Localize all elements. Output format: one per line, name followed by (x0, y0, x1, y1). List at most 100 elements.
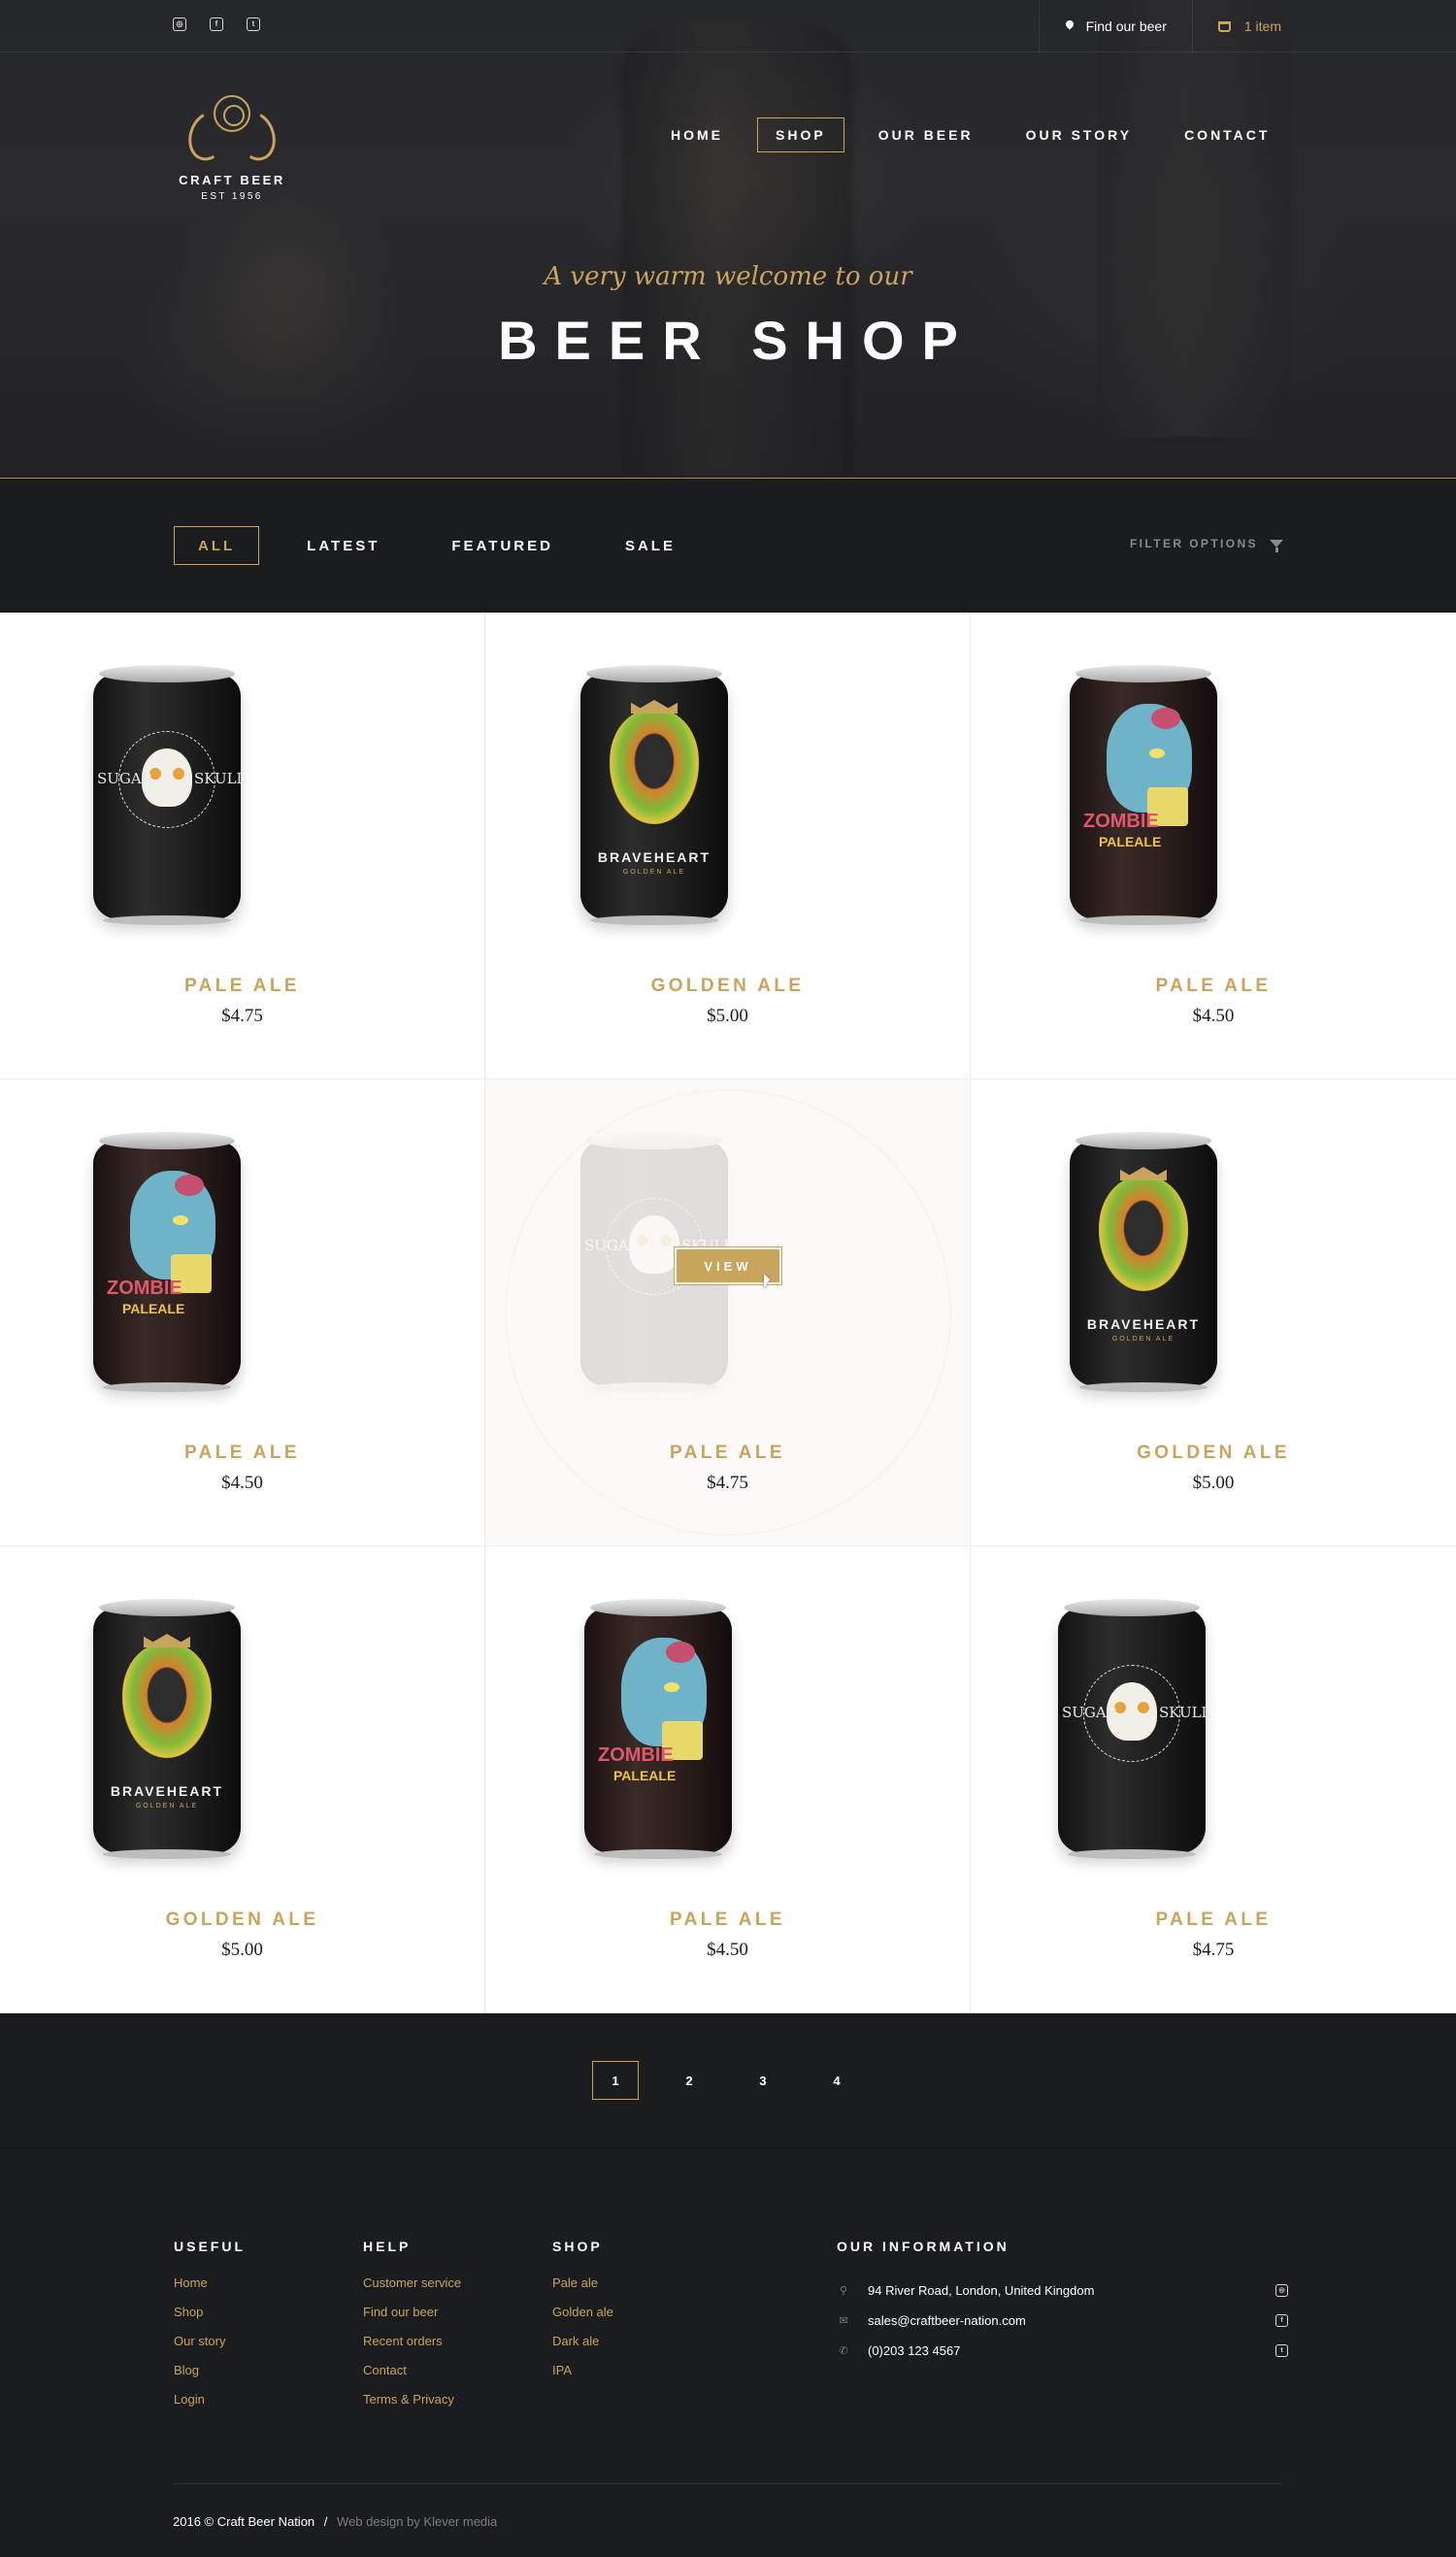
footer-link-our-story[interactable]: Our story (174, 2334, 246, 2363)
can-label: SUGAR (1062, 1704, 1118, 1721)
cart-link[interactable]: 1 item (1191, 0, 1456, 52)
footer-link-ipa[interactable]: IPA (552, 2363, 613, 2392)
copyright-text: 2016 © Craft Beer Nation (173, 2514, 315, 2529)
product-price: $4.50 (1192, 1006, 1235, 1026)
nav-contact[interactable]: CONTACT (1166, 117, 1288, 152)
beer-can-image[interactable]: BRAVEHEART GOLDEN ALE (93, 1599, 241, 1861)
credit-link[interactable]: Web design by Klever media (337, 2514, 497, 2529)
beer-can-image[interactable]: ZOMBIE PALEALE (584, 1599, 732, 1861)
product-name[interactable]: PALE ALE (971, 1909, 1456, 1931)
footer-link-contact[interactable]: Contact (363, 2363, 461, 2392)
footer-link-customer-service[interactable]: Customer service (363, 2275, 461, 2305)
find-beer-link[interactable]: Find our beer (1038, 0, 1192, 52)
product-card[interactable]: SUGAR SKULL PALE ALE $4.75 (0, 613, 485, 1079)
nav-shop[interactable]: SHOP (757, 117, 844, 152)
beer-can-image[interactable]: BRAVEHEART GOLDEN ALE (1070, 1132, 1217, 1394)
product-price: $4.50 (707, 1940, 748, 1960)
footer-link-golden-ale[interactable]: Golden ale (552, 2305, 613, 2334)
beer-can-image[interactable]: ZOMBIE PALEALE (1070, 665, 1217, 927)
filter-tab-featured[interactable]: FEATURED (427, 526, 578, 565)
instagram-icon[interactable]: ◎ (1275, 2284, 1288, 2297)
product-name[interactable]: PALE ALE (971, 976, 1456, 997)
facebook-icon[interactable]: f (1275, 2314, 1288, 2327)
footer-heading: USEFUL (174, 2239, 246, 2254)
beer-can-image[interactable]: BRAVEHEART GOLDEN ALE (580, 665, 728, 927)
pagination: 1 2 3 4 (0, 2013, 1456, 2147)
nav-our-story[interactable]: OUR STORY (1008, 117, 1150, 152)
page-1[interactable]: 1 (592, 2061, 639, 2100)
can-label: SKULL (194, 770, 247, 787)
product-price: $5.00 (1192, 1473, 1235, 1493)
phone-text: (0)203 123 4567 (868, 2343, 961, 2358)
footer-link-home[interactable]: Home (174, 2275, 246, 2305)
envelope-icon: ✉ (839, 2315, 848, 2327)
logo[interactable]: CRAFT BEER EST 1956 (173, 95, 291, 202)
can-sublabel: GOLDEN ALE (1111, 1336, 1175, 1343)
logo-est: EST 1956 (201, 191, 263, 202)
product-card[interactable]: BRAVEHEART GOLDEN ALE GOLDEN ALE $5.00 (485, 613, 971, 1079)
footer-link-blog[interactable]: Blog (174, 2363, 246, 2392)
twitter-icon[interactable]: t (1275, 2344, 1288, 2357)
footer-useful: USEFUL Home Shop Our story Blog Login (174, 2239, 246, 2421)
product-card[interactable]: ZOMBIE PALEALE PALE ALE $4.50 (971, 613, 1456, 1079)
footer-link-find-beer[interactable]: Find our beer (363, 2305, 461, 2334)
email-link[interactable]: sales@craftbeer-nation.com (868, 2313, 1026, 2328)
footer-info: OUR INFORMATION ⚲ 94 River Road, London,… (837, 2239, 1288, 2366)
footer-link-pale-ale[interactable]: Pale ale (552, 2275, 613, 2305)
filter-options-button[interactable]: FILTER OPTIONS (1130, 537, 1283, 552)
twitter-icon[interactable]: t (247, 17, 260, 31)
footer-link-recent-orders[interactable]: Recent orders (363, 2334, 461, 2363)
product-price: $4.75 (707, 1473, 748, 1493)
page-2[interactable]: 2 (666, 2061, 712, 2100)
footer-link-terms[interactable]: Terms & Privacy (363, 2392, 461, 2421)
product-card[interactable]: BRAVEHEART GOLDEN ALE GOLDEN ALE $5.00 (971, 1079, 1456, 1546)
pointer-cursor-icon (764, 1274, 770, 1289)
nav-home[interactable]: HOME (652, 117, 742, 152)
footer-link-login[interactable]: Login (174, 2392, 246, 2421)
sugar-skull-artwork: SUGAR SKULL (1058, 1638, 1211, 1822)
product-card[interactable]: SUGAR SKULL PALE ALE $4.75 (971, 1546, 1456, 2013)
footer-link-dark-ale[interactable]: Dark ale (552, 2334, 613, 2363)
filter-tab-sale[interactable]: SALE (601, 526, 700, 565)
nav-our-beer[interactable]: OUR BEER (860, 117, 992, 152)
logo-name: CRAFT BEER (179, 173, 285, 187)
email-row: ✉ sales@craftbeer-nation.com f (837, 2306, 1288, 2336)
funnel-icon (1270, 540, 1283, 552)
beer-can-image[interactable]: ZOMBIE PALEALE (93, 1132, 241, 1394)
beer-can-image[interactable]: SUGAR SKULL (1058, 1599, 1211, 1861)
footer-help: HELP Customer service Find our beer Rece… (363, 2239, 461, 2421)
social-links: ◎ f t (173, 17, 260, 31)
product-card[interactable]: ZOMBIE PALEALE PALE ALE $4.50 (0, 1079, 485, 1546)
product-name[interactable]: GOLDEN ALE (0, 1909, 484, 1931)
page-title: BEER SHOP (498, 310, 976, 371)
footer-link-shop[interactable]: Shop (174, 2305, 246, 2334)
beer-can-image[interactable]: SUGAR SKULL (93, 665, 247, 927)
phone-icon: ✆ (839, 2345, 848, 2357)
page-3[interactable]: 3 (740, 2061, 786, 2100)
footer: USEFUL Home Shop Our story Blog Login HE… (0, 2147, 1456, 2555)
can-label: BRAVEHEART (597, 849, 711, 865)
instagram-icon[interactable]: ◎ (173, 17, 186, 31)
product-grid: SUGAR SKULL PALE ALE $4.75 BRAVEHEART GOLDEN … (0, 613, 1456, 2013)
filter-tab-latest[interactable]: LATEST (282, 526, 404, 565)
filter-tab-all[interactable]: ALL (174, 526, 260, 565)
product-name[interactable]: PALE ALE (485, 1909, 970, 1931)
lion-artwork: BRAVEHEART GOLDEN ALE (580, 700, 728, 888)
map-pin-icon (1065, 20, 1075, 32)
product-card[interactable]: SUGAR SKULL PALE ALE $4.75 VIEW (485, 1079, 971, 1546)
filter-bar: ALL LATEST FEATURED SALE FILTER OPTIONS (0, 479, 1456, 613)
page-4[interactable]: 4 (813, 2061, 860, 2100)
can-sublabel: PALEALE (613, 1768, 677, 1783)
product-card[interactable]: ZOMBIE PALEALE PALE ALE $4.50 (485, 1546, 971, 2013)
product-card[interactable]: BRAVEHEART GOLDEN ALE GOLDEN ALE $5.00 (0, 1546, 485, 2013)
product-name[interactable]: PALE ALE (0, 976, 484, 997)
can-sublabel: GOLDEN ALE (135, 1803, 199, 1810)
can-label: BRAVEHEART (110, 1783, 224, 1799)
product-name[interactable]: PALE ALE (485, 1443, 970, 1464)
cart-count: 1 item (1243, 18, 1281, 34)
product-name[interactable]: PALE ALE (0, 1443, 484, 1464)
facebook-icon[interactable]: f (210, 17, 223, 31)
product-name[interactable]: GOLDEN ALE (971, 1443, 1456, 1464)
product-name[interactable]: GOLDEN ALE (485, 976, 970, 997)
copyright: 2016 © Craft Beer Nation / Web design by… (173, 2514, 497, 2529)
